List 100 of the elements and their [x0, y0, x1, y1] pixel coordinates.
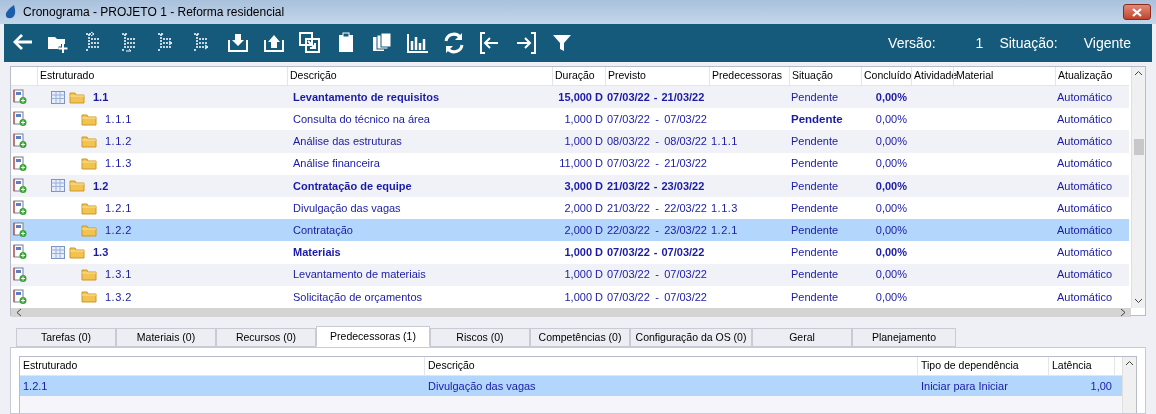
tab[interactable]: Configuração da OS (0): [630, 328, 752, 347]
folder-icon: [69, 179, 85, 193]
folder-icon: [81, 201, 97, 215]
table-cell-text: 1,00: [1089, 378, 1113, 394]
table-cell-text: Contratação: [292, 222, 354, 238]
table-cell-text: 21/03/22: [664, 156, 707, 172]
table-cell-text: 11,000 D: [558, 156, 604, 172]
table-cell-text: 1.1.1: [105, 112, 132, 128]
column-header[interactable]: Latência: [1049, 357, 1115, 375]
chevron-left-icon[interactable]: [15, 307, 23, 317]
status-value: Vigente: [1083, 33, 1131, 53]
download-icon: [226, 31, 250, 55]
tab[interactable]: Competências (0): [530, 328, 630, 347]
table-cell-text: Automático: [1056, 200, 1114, 216]
add-document-icon: [13, 89, 27, 106]
table-cell-text: 1.1.2: [105, 134, 132, 150]
table-cell-text: 1,000 D: [563, 289, 604, 305]
table-cell-text: -: [655, 200, 659, 216]
grid-icon: [51, 90, 65, 104]
table-cell-text: Automático: [1056, 289, 1114, 305]
table-row[interactable]: 1.2 Contratação de equipe 3,000 D 21/03/22 - 23/03/22 Pendente 0,00% Automático: [11, 174, 1129, 197]
status-label: Situação:: [999, 33, 1058, 53]
table-cell-text: -: [653, 178, 658, 194]
column-header[interactable]: Estruturado: [20, 357, 425, 375]
column-header[interactable]: Predecessoras: [709, 67, 789, 85]
table-cell-text: 0,00%: [874, 89, 908, 105]
table-cell-text: -: [655, 112, 659, 128]
table-cell-text: 07/03/22: [607, 89, 650, 105]
version-label: Versão:: [888, 33, 936, 53]
table-cell-text: 08/03/22: [664, 134, 707, 150]
table-cell-text: Pendente: [790, 111, 844, 127]
table-row[interactable]: 1.1 Levantamento de requisitos 15,000 D 07/03/22 - 21/03/22 Pendente 0,00% Automático: [11, 86, 1129, 109]
folder-icon: [69, 245, 85, 259]
table-row[interactable]: 1.2.2 Contratação 2,000 D 22/03/22 - 23/03/22 1.2.1 Pendente 0,00% Automático: [11, 219, 1129, 242]
add-document-icon: [13, 133, 27, 150]
folder-icon: [81, 134, 97, 148]
table-cell-text: 1.2.1: [710, 222, 739, 238]
horizontal-scrollbar[interactable]: [11, 307, 1131, 317]
table-cell-text: 0,00%: [874, 112, 908, 128]
table-row[interactable]: 1.3.1 Levantamento de materiais 1,000 D 07/03/22 - 07/03/22 Pendente 0,00% Automático: [11, 263, 1129, 286]
table-cell-text: -: [653, 245, 658, 261]
vertical-scrollbar[interactable]: [1131, 67, 1145, 308]
table-cell-text: 1,000 D: [563, 134, 604, 150]
column-header[interactable]: Descrição: [425, 357, 918, 375]
table-cell-text: 2,000 D: [563, 200, 604, 216]
column-header[interactable]: Previsto: [605, 67, 709, 85]
table-cell-text: -: [655, 267, 659, 283]
table-cell-text: Análise das estruturas: [292, 134, 403, 150]
close-button[interactable]: [1123, 4, 1151, 20]
tab[interactable]: Planejamento: [852, 328, 956, 347]
tab[interactable]: Recursos (0): [216, 328, 316, 347]
add-document-icon: [13, 222, 27, 239]
table-cell-text: Análise financeira: [292, 156, 381, 172]
table-cell-text: 07/03/22: [664, 289, 707, 305]
table-cell-text: 07/03/22: [664, 267, 707, 283]
column-header[interactable]: Atualização: [1055, 67, 1129, 85]
vertical-scrollbar[interactable]: [1122, 357, 1136, 413]
add-document-icon: [13, 244, 27, 261]
column-header[interactable]: Descrição: [287, 67, 552, 85]
table-cell-text: 07/03/22: [607, 289, 650, 305]
tab[interactable]: Riscos (0): [430, 328, 530, 347]
column-header[interactable]: Tipo de dependência: [918, 357, 1049, 375]
table-cell-text: 21/03/22: [661, 89, 705, 105]
add-document-icon: [13, 177, 27, 194]
table-cell-text: 0,00%: [874, 178, 908, 194]
table-row[interactable]: 1.1.2 Análise das estruturas 1,000 D 08/03/22 - 08/03/22 1.1.1 Pendente 0,00% Automático: [11, 130, 1129, 153]
resize-icon: [298, 31, 322, 55]
table-cell-text: 08/03/22: [607, 134, 650, 150]
table-cell-text: Pendente: [790, 89, 840, 105]
scrollbar-thumb[interactable]: [1133, 139, 1144, 156]
tab[interactable]: Geral: [752, 328, 852, 347]
bar-chart-icon: [406, 31, 430, 55]
table-row[interactable]: 1.2.1 Divulgação das vagas Iniciar para Iniciar 1,00: [20, 376, 1122, 396]
table-cell-text: Automático: [1056, 156, 1114, 172]
table-cell-text: 1.3.1: [105, 267, 132, 283]
column-header[interactable]: Duração: [552, 67, 605, 85]
table-cell-text: Automático: [1056, 112, 1114, 128]
table-cell-text: 0,00%: [874, 289, 908, 305]
add-document-icon: [13, 200, 27, 217]
chevron-right-icon[interactable]: [1119, 307, 1127, 317]
grid-icon: [51, 179, 65, 193]
tab[interactable]: Tarefas (0): [16, 328, 116, 347]
table-cell-text: Contratação de equipe: [292, 178, 413, 194]
tab[interactable]: Materiais (0): [116, 328, 216, 347]
table-cell-text: 15,000 D: [557, 89, 604, 105]
column-header[interactable]: Situação: [789, 67, 861, 85]
column-header[interactable]: Concluído: [861, 67, 911, 85]
table-cell-text: Levantamento de requisitos: [292, 89, 441, 105]
refresh-icon: [442, 31, 466, 55]
table-cell-text: 07/03/22: [661, 245, 705, 261]
table-cell-text: Divulgação das vagas: [427, 378, 537, 394]
column-header[interactable]: Estruturado: [37, 67, 287, 85]
table-cell-text: 1.2: [93, 178, 109, 194]
table-cell-text: 23/03/22: [661, 178, 705, 194]
table-cell-text: 21/03/22: [607, 178, 650, 194]
grid-icon: [51, 245, 65, 259]
table-cell-text: 1.2.1: [105, 200, 132, 216]
tab[interactable]: Predecessoras (1): [316, 326, 430, 347]
table-cell-text: 1.2.2: [105, 222, 132, 238]
add-document-icon: [13, 155, 27, 172]
